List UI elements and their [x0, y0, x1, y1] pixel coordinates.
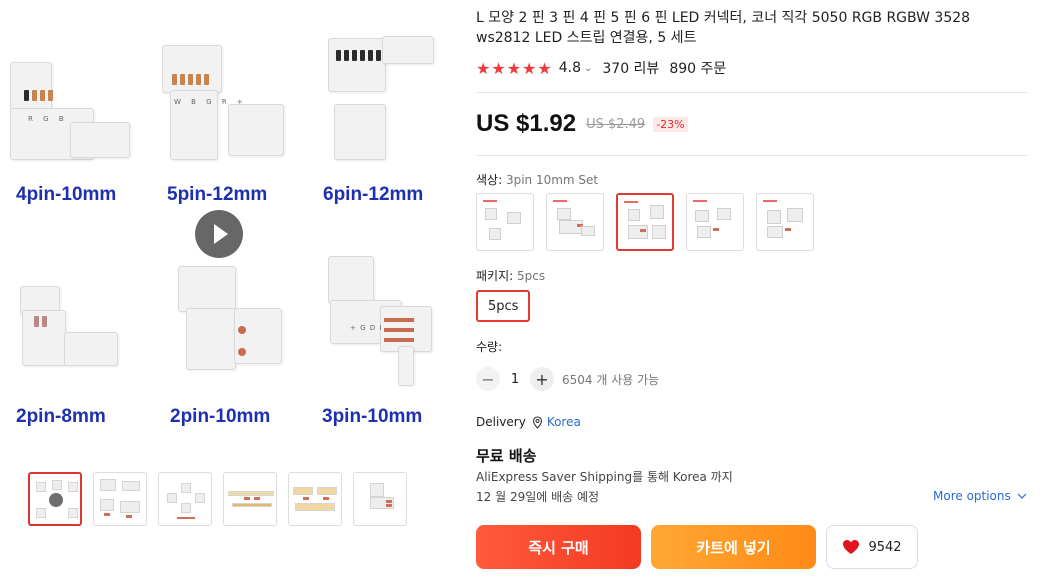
divider [476, 92, 1028, 93]
reviews-link[interactable]: 370 리뷰 [602, 58, 659, 78]
add-to-cart-button[interactable]: 카트에 넣기 [651, 525, 816, 569]
price-row: US $1.92 US $2.49 -23% [476, 110, 688, 138]
wishlist-button[interactable]: 9542 [826, 525, 918, 569]
thumbnail-1[interactable] [28, 472, 82, 526]
color-label-line: 색상: 3pin 10mm Set [476, 171, 598, 188]
product-title: L 모양 2 핀 3 핀 4 핀 5 핀 6 핀 LED 커넥터, 코너 직각 … [476, 10, 971, 46]
more-options-link[interactable]: More options [933, 489, 1027, 503]
more-options-label: More options [933, 489, 1011, 503]
pin-marking: + G D I [350, 324, 383, 332]
caption-4pin: 4pin-10mm [16, 184, 117, 205]
package-selected-value: 5pcs [517, 269, 546, 283]
caption-3pin: 3pin-10mm [322, 406, 423, 427]
connector-image-2pin-8mm [0, 270, 140, 400]
swatch-4[interactable] [686, 193, 744, 251]
star-icon: ★ [491, 58, 506, 78]
thumbnail-2[interactable] [93, 472, 147, 526]
pin-marking: R G B [28, 115, 68, 123]
pin-marking: W B G R + [174, 98, 247, 106]
swatch-1[interactable] [476, 193, 534, 251]
delivery-row: Delivery Korea [476, 415, 581, 429]
star-icon: ★ [506, 58, 522, 78]
star-icon: ★ [522, 58, 537, 78]
quantity-plus-button[interactable]: + [530, 367, 554, 391]
connector-image-4pin: R G B [0, 0, 140, 180]
star-icon: ★ [476, 58, 491, 78]
rating-value[interactable]: 4.8 [559, 60, 581, 76]
original-price: US $2.49 [586, 116, 646, 132]
quantity-minus-button[interactable]: − [476, 367, 500, 391]
swatch-5[interactable] [756, 193, 814, 251]
available-stock: 6504 개 사용 가능 [562, 372, 660, 387]
play-video-button[interactable] [195, 210, 243, 258]
chevron-down-icon [1017, 493, 1027, 499]
thumbnail-3[interactable] [158, 472, 212, 526]
shipping-title: 무료 배송 [476, 447, 537, 465]
package-option-5pcs[interactable]: 5pcs [476, 290, 531, 322]
connector-image-6pin [300, 0, 440, 180]
location-pin-icon [532, 415, 542, 429]
divider [476, 155, 1028, 156]
caption-2pin-8mm: 2pin-8mm [16, 406, 106, 427]
shipping-description: AliExpress Saver Shipping를 통해 Korea 까지 [476, 470, 733, 484]
delivery-country-link[interactable]: Korea [547, 415, 581, 429]
delivery-date: 12 월 29일에 배송 예정 [476, 490, 600, 504]
swatch-2[interactable] [546, 193, 604, 251]
connector-image-5pin: W B G R + [150, 0, 290, 180]
play-icon [49, 493, 63, 507]
thumbnail-strip [28, 472, 407, 526]
heart-icon [843, 540, 860, 554]
delivery-label: Delivery [476, 415, 526, 429]
thumbnail-5[interactable] [288, 472, 342, 526]
product-main-image[interactable]: R G B 4pin-10mm W B G R + 5pin-12mm 6pin… [0, 0, 440, 465]
wishlist-count: 9542 [868, 539, 902, 555]
chevron-down-icon[interactable]: ⌄ [584, 63, 592, 74]
package-label-line: 패키지: 5pcs [476, 267, 545, 284]
orders-count: 890 주문 [669, 61, 727, 77]
connector-image-3pin: + G D I [300, 250, 440, 400]
caption-6pin: 6pin-12mm [323, 184, 424, 205]
thumbnail-6[interactable] [353, 472, 407, 526]
color-swatches [476, 193, 814, 251]
current-price: US $1.92 [476, 110, 577, 137]
buy-now-button[interactable]: 즉시 구매 [476, 525, 641, 569]
package-label: 패키지: [476, 269, 514, 283]
color-selected-value: 3pin 10mm Set [505, 173, 599, 187]
quantity-input[interactable]: 1 [500, 372, 530, 387]
caption-5pin: 5pin-12mm [167, 184, 268, 205]
color-label: 색상: [476, 173, 503, 187]
star-icon: ★ [537, 58, 552, 78]
connector-image-2pin-10mm [150, 260, 290, 400]
thumbnail-4[interactable] [223, 472, 277, 526]
quantity-stepper: − 1 + 6504 개 사용 가능 [476, 367, 659, 391]
rating-row: ★ ★ ★ ★ ★ 4.8 ⌄ 370 리뷰 890 주문 [476, 58, 726, 78]
swatch-3[interactable] [616, 193, 674, 251]
discount-badge: -23% [653, 116, 688, 132]
caption-2pin-10mm: 2pin-10mm [170, 406, 271, 427]
quantity-label: 수량: [476, 340, 503, 354]
